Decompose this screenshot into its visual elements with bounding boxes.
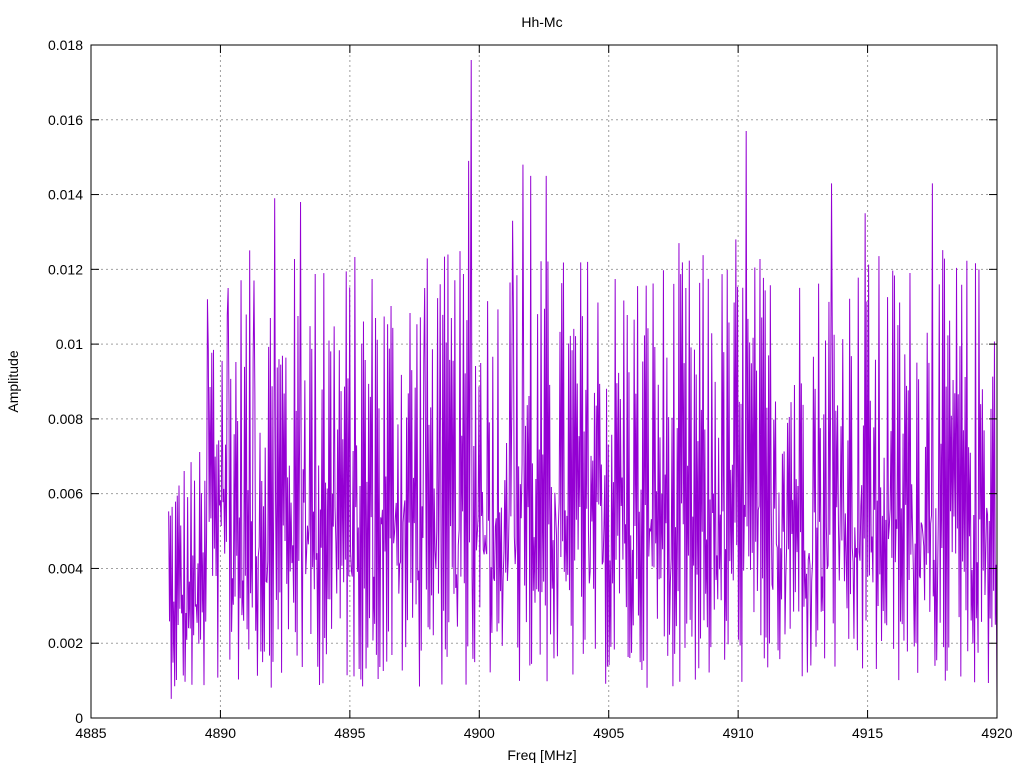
y-tick-label: 0.008 [48,411,83,427]
y-axis-label: Amplitude [5,350,21,412]
chart-title: Hh-Mc [521,14,562,30]
y-tick-label: 0.006 [48,486,83,502]
x-tick-label: 4915 [852,725,883,741]
x-tick-label: 4895 [334,725,365,741]
x-axis-label: Freq [MHz] [507,747,576,763]
y-tick-label: 0.002 [48,635,83,651]
y-tick-label: 0.014 [48,187,83,203]
y-tick-label: 0.012 [48,261,83,277]
x-tick-label: 4920 [981,725,1012,741]
y-tick-label: 0.018 [48,37,83,53]
x-tick-label: 4905 [593,725,624,741]
x-tick-label: 4910 [723,725,754,741]
y-tick-label: 0.016 [48,112,83,128]
x-tick-label: 4885 [75,725,106,741]
y-tick-label: 0.004 [48,560,83,576]
y-tick-label: 0.01 [56,336,83,352]
chart: 4885 4890 4895 4900 4905 4910 4915 4920 0 0.002 0.… [0,0,1024,768]
x-tick-label: 4890 [205,725,236,741]
y-tick-label: 0 [75,710,83,726]
x-tick-label: 4900 [464,725,495,741]
